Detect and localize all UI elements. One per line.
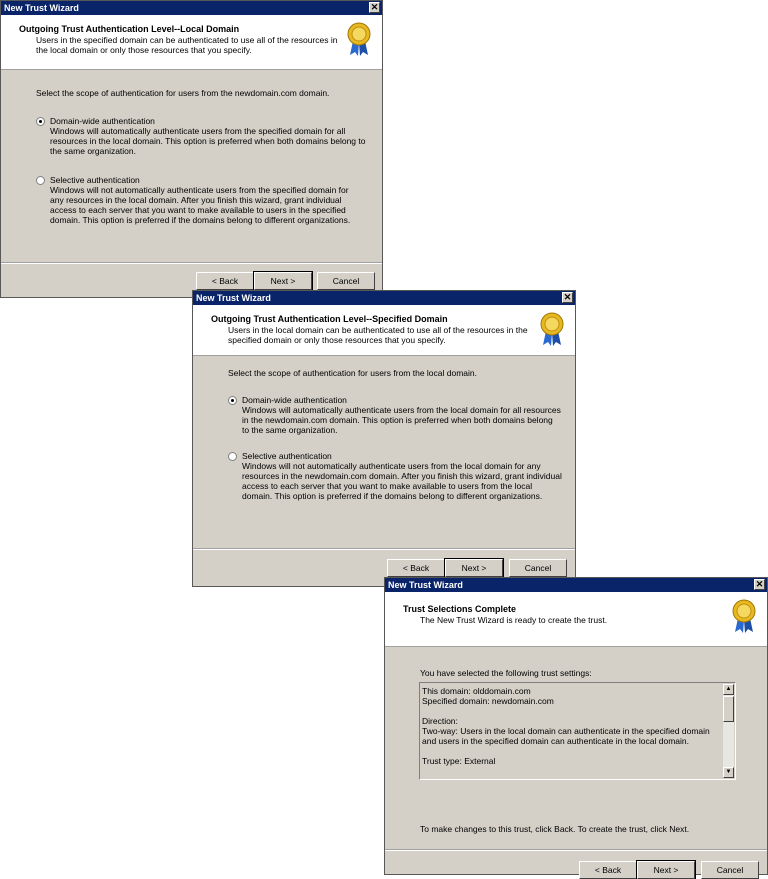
title-bar: New Trust Wizard ✕	[385, 578, 767, 592]
next-button[interactable]: Next >	[444, 558, 504, 578]
page-subtitle: Users in the specified domain can be aut…	[36, 35, 338, 55]
cancel-button[interactable]: Cancel	[701, 861, 759, 879]
domain-wide-description: Windows will automatically authenticate …	[50, 126, 366, 156]
award-ribbon-icon	[347, 22, 371, 56]
wizard-header: Trust Selections Complete The New Trust …	[385, 592, 767, 647]
award-ribbon-icon	[732, 599, 756, 633]
title-bar: New Trust Wizard ✕	[193, 291, 575, 305]
this-domain-text: This domain: olddomain.com	[422, 686, 531, 696]
title-bar: New Trust Wizard ✕	[1, 1, 382, 15]
wizard-header: Outgoing Trust Authentication Level--Spe…	[193, 305, 575, 356]
next-button[interactable]: Next >	[253, 271, 313, 291]
trust-settings-box[interactable]: This domain: olddomain.com Specified dom…	[419, 682, 736, 780]
footer-note: To make changes to this trust, click Bac…	[420, 824, 690, 834]
award-ribbon-icon	[540, 312, 564, 346]
page-title: Outgoing Trust Authentication Level--Loc…	[19, 24, 240, 34]
direction-value: Two-way: Users in the local domain can a…	[422, 726, 710, 746]
page-title: Trust Selections Complete	[403, 604, 517, 614]
domain-wide-radio[interactable]	[36, 117, 45, 126]
trust-type-text: Trust type: External	[422, 756, 496, 766]
direction-label: Direction:	[422, 716, 458, 726]
specified-domain-text: Specified domain: newdomain.com	[422, 696, 554, 706]
page-subtitle: The New Trust Wizard is ready to create …	[420, 615, 608, 625]
settings-prompt: You have selected the following trust se…	[420, 668, 592, 678]
wizard-dialog-local-domain: New Trust Wizard ✕ Outgoing Trust Authen…	[0, 0, 383, 298]
close-icon[interactable]: ✕	[754, 579, 765, 590]
next-button[interactable]: Next >	[636, 860, 696, 879]
scroll-thumb[interactable]	[723, 696, 734, 722]
cancel-button[interactable]: Cancel	[317, 272, 375, 290]
domain-wide-description: Windows will automatically authenticate …	[242, 405, 561, 435]
scope-prompt: Select the scope of authentication for u…	[228, 368, 477, 378]
window-title: New Trust Wizard	[196, 293, 271, 303]
back-button[interactable]: < Back	[196, 272, 254, 290]
back-button[interactable]: < Back	[579, 861, 637, 879]
scroll-down-icon[interactable]: ▼	[723, 767, 734, 778]
scope-prompt: Select the scope of authentication for u…	[36, 88, 330, 98]
page-subtitle: Users in the local domain can be authent…	[228, 325, 528, 345]
window-title: New Trust Wizard	[388, 580, 463, 590]
selective-radio[interactable]	[36, 176, 45, 185]
back-button[interactable]: < Back	[387, 559, 445, 577]
selective-description: Windows will not automatically authentic…	[50, 185, 351, 225]
domain-wide-label[interactable]: Domain-wide authentication	[50, 116, 155, 126]
selective-description: Windows will not automatically authentic…	[242, 461, 562, 501]
domain-wide-label[interactable]: Domain-wide authentication	[242, 395, 347, 405]
selective-label[interactable]: Selective authentication	[50, 175, 140, 185]
domain-wide-radio[interactable]	[228, 396, 237, 405]
wizard-dialog-specified-domain: New Trust Wizard ✕ Outgoing Trust Authen…	[192, 290, 576, 587]
button-separator	[1, 262, 382, 264]
selective-label[interactable]: Selective authentication	[242, 451, 332, 461]
page-title: Outgoing Trust Authentication Level--Spe…	[211, 314, 448, 324]
cancel-button[interactable]: Cancel	[509, 559, 567, 577]
vertical-scrollbar[interactable]: ▲ ▼	[723, 684, 734, 778]
close-icon[interactable]: ✕	[562, 292, 573, 303]
scroll-up-icon[interactable]: ▲	[723, 684, 734, 695]
window-title: New Trust Wizard	[4, 3, 79, 13]
button-separator	[193, 548, 575, 550]
button-separator	[385, 849, 767, 851]
close-icon[interactable]: ✕	[369, 2, 380, 13]
wizard-header: Outgoing Trust Authentication Level--Loc…	[1, 15, 382, 70]
selective-radio[interactable]	[228, 452, 237, 461]
wizard-dialog-trust-complete: New Trust Wizard ✕ Trust Selections Comp…	[384, 577, 768, 879]
